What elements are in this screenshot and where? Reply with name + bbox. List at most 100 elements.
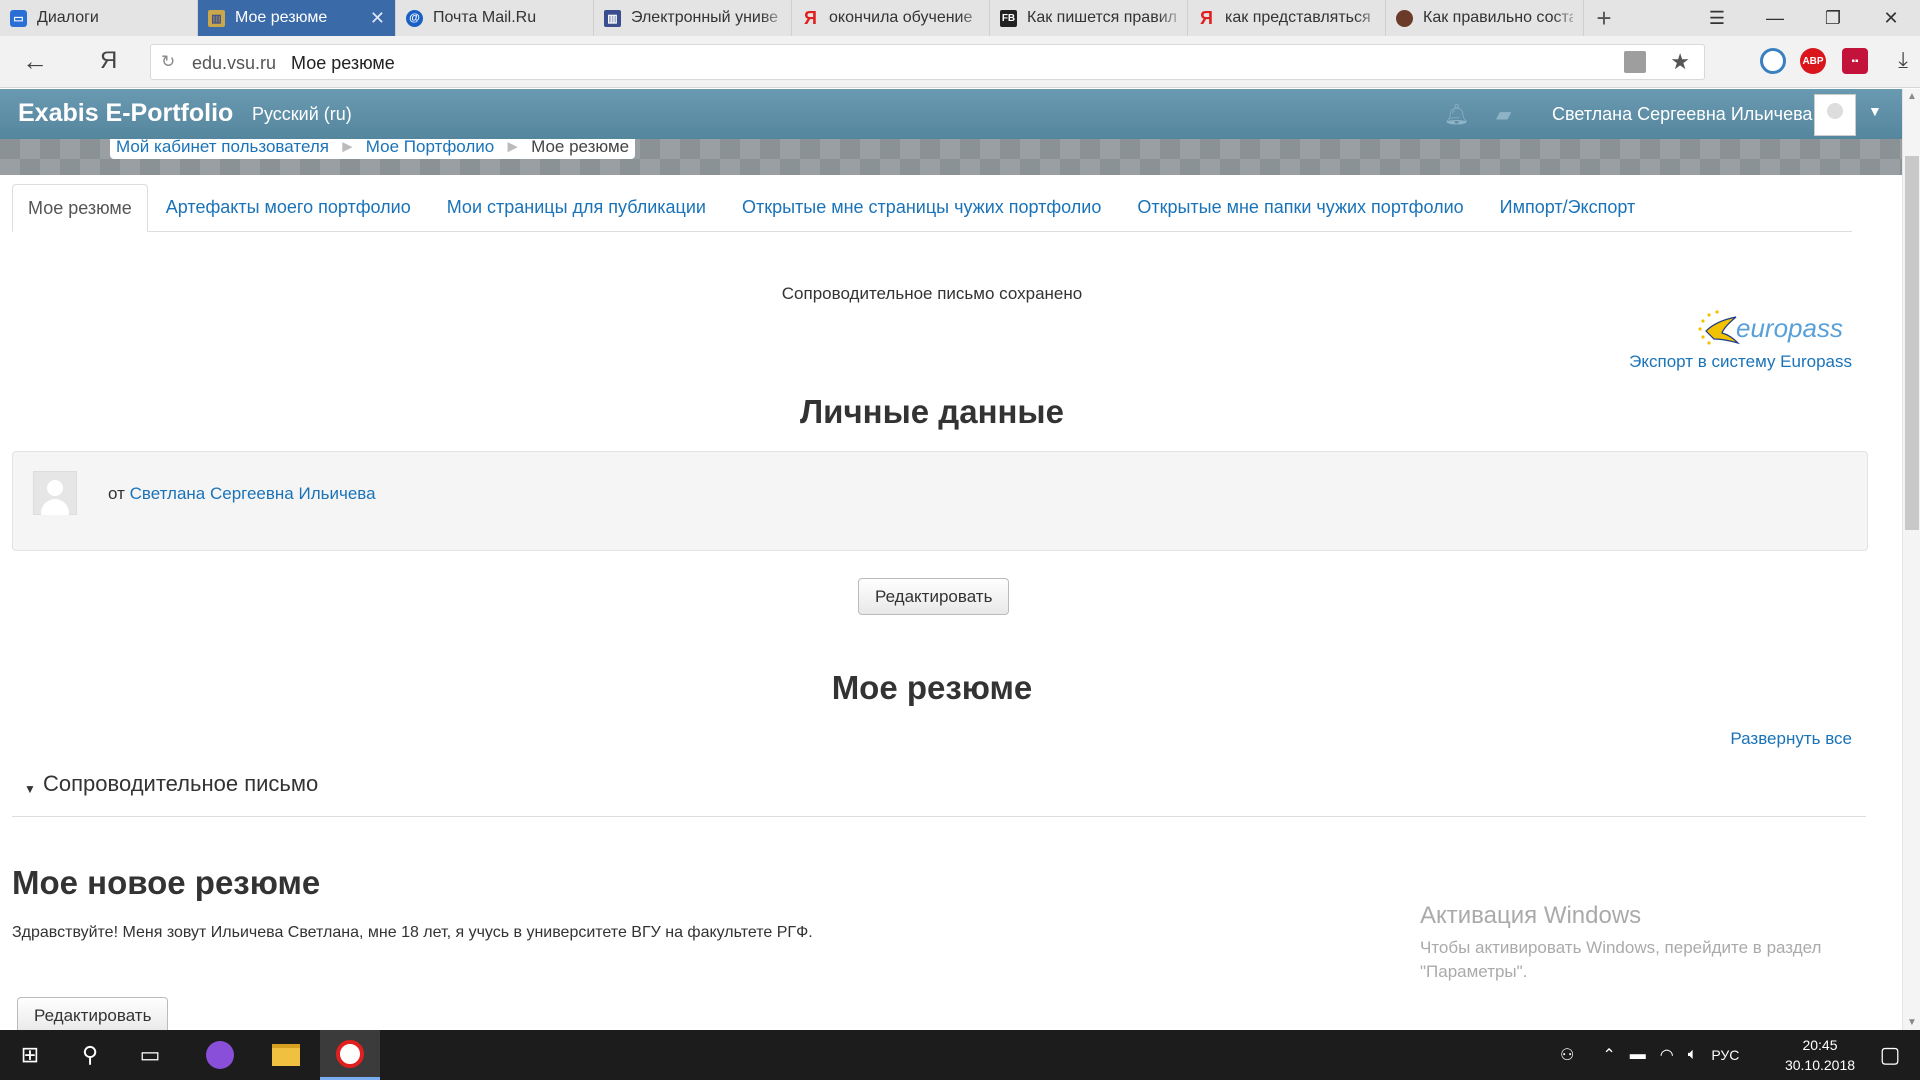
browser-tab-title: Электронный униве [631, 9, 779, 26]
chat-icon: ▭ [10, 9, 27, 27]
cortana-mic-icon[interactable] [190, 1030, 250, 1080]
tray-chevron-up-icon[interactable]: ⌃ [1602, 1045, 1615, 1065]
close-window-icon[interactable]: ✕ [1862, 0, 1920, 36]
volume-icon[interactable]: 🔈︎ [1688, 1046, 1698, 1064]
tab-shared-folders[interactable]: Открытые мне папки чужих портфолио [1119, 184, 1481, 232]
site-brand[interactable]: Exabis E-Portfolio [18, 99, 233, 128]
new-resume-heading: Мое новое резюме [12, 864, 321, 901]
author-line: от Светлана Сергеевна Ильичева [108, 484, 376, 504]
scroll-up-icon[interactable]: ▲ [1907, 91, 1917, 102]
action-center-icon[interactable]: ▢ [1860, 1030, 1920, 1080]
europass-figure-icon [1705, 316, 1741, 345]
author-prefix: от [108, 484, 125, 503]
battery-icon[interactable]: ▬ [1630, 1046, 1646, 1064]
tab-my-resume[interactable]: Мое резюме [12, 184, 148, 232]
browser-tab-title: Почта Mail.Ru [433, 9, 537, 26]
browser-tab-search-1[interactable]: Я окончила обучение [792, 0, 990, 36]
close-tab-icon[interactable]: ✕ [370, 8, 385, 29]
browser-tab-resume[interactable]: ▥ Мое резюме ✕ [198, 0, 396, 36]
url-field[interactable]: ↻ edu.vsu.ru Мое резюме ★ [150, 44, 1705, 80]
new-tab-button[interactable]: + [1584, 0, 1624, 36]
clock-time: 20:45 [1802, 1037, 1838, 1053]
windows-taskbar: ⊞ ⚲ ▭ ⚇ ⌃ ▬ ◠ 🔈︎ РУС 20:45 30.10.2018 ▢ [0, 1030, 1920, 1080]
task-view-icon[interactable]: ▭ [120, 1030, 180, 1080]
caret-down-icon[interactable]: ▼ [24, 782, 36, 796]
watermark-line-2: "Параметры". [1420, 962, 1528, 981]
browser-tab-fb[interactable]: FB Как пишется правил [990, 0, 1188, 36]
browser-tab-title: окончила обучение [829, 9, 973, 26]
adblock-icon[interactable]: ABP [1800, 48, 1826, 74]
cover-letter-label[interactable]: Сопроводительное письмо [43, 771, 318, 797]
bookmark-star-icon[interactable]: ★ [1670, 49, 1690, 75]
europass-logo[interactable]: europass [1692, 307, 1852, 351]
reload-icon[interactable]: ↻ [161, 52, 175, 72]
wifi-icon[interactable]: ◠ [1660, 1045, 1674, 1065]
edit-personal-button[interactable]: Редактировать [858, 578, 1010, 615]
watermark-title: Активация Windows [1420, 902, 1642, 929]
scroll-down-icon[interactable]: ▼ [1907, 1017, 1917, 1028]
browser-tab-search-2[interactable]: Я как представляться в [1188, 0, 1386, 36]
breadcrumb: Мой кабинет пользователя ► Мое Портфолио ► М… [110, 139, 636, 159]
tab-artefacts[interactable]: Артефакты моего портфолио [148, 184, 429, 232]
scrollbar-thumb[interactable] [1905, 156, 1919, 530]
user-avatar[interactable] [1814, 94, 1856, 136]
windows-activation-watermark: Активация Windows Чтобы активировать Win… [1420, 902, 1821, 984]
browser-tab-strip: ▭ Диалоги ▥ Мое резюме ✕ @ Почта Mail.Ru… [0, 0, 1920, 36]
edit-resume-button[interactable]: Редактировать [17, 997, 169, 1034]
yandex-home-icon[interactable]: Я [100, 47, 117, 75]
yandex-browser-taskbar-icon[interactable] [320, 1030, 380, 1080]
lock-icon[interactable] [1624, 51, 1646, 73]
browser-tab-dialogs[interactable]: ▭ Диалоги [0, 0, 198, 36]
taskbar-clock[interactable]: 20:45 30.10.2018 [1780, 1035, 1860, 1075]
tab-my-pages[interactable]: Мои страницы для публикации [429, 184, 724, 232]
clock-date: 30.10.2018 [1784, 1057, 1856, 1073]
browser-tab-title: Как пишется правил [1027, 9, 1177, 26]
europass-logo-text: europass [1736, 313, 1843, 343]
page-banner: Мой кабинет пользователя ► Мое Портфолио ► М… [0, 139, 1902, 175]
author-link[interactable]: Светлана Сергеевна Ильичева [130, 484, 376, 503]
restore-icon[interactable]: ❐ [1804, 0, 1862, 36]
input-language[interactable]: РУС [1711, 1047, 1739, 1063]
language-selector[interactable]: Русский (ru) [252, 104, 352, 125]
resume-greeting-text: Здравствуйте! Меня зовут Ильичева Светла… [12, 924, 813, 941]
vsu-icon: ▥ [208, 9, 225, 27]
yandex-icon: Я [804, 7, 817, 28]
back-arrow-icon[interactable]: ← [22, 46, 48, 77]
extension-icon[interactable]: ▪▪ [1842, 48, 1868, 74]
author-avatar[interactable] [33, 471, 77, 515]
europass-export-link[interactable]: Экспорт в систему Europass [1629, 352, 1852, 372]
user-menu-name[interactable]: Светлана Сергеевна Ильичева [1552, 104, 1812, 125]
breadcrumb-current: Мое резюме [531, 139, 630, 156]
file-explorer-icon[interactable] [256, 1030, 316, 1080]
save-notice: Сопроводительное письмо сохранено [781, 284, 1083, 303]
chevron-down-icon[interactable]: ▼ [1868, 103, 1882, 119]
fb-icon: FB [1000, 9, 1017, 27]
browser-tab-mail[interactable]: @ Почта Mail.Ru [396, 0, 594, 36]
system-tray: ⚇ ⌃ ▬ ◠ 🔈︎ РУС [1560, 1030, 1739, 1080]
url-page-title: Мое резюме [291, 53, 395, 73]
window-controls: ☰ — ❐ ✕ [1688, 0, 1920, 36]
windows-start-icon[interactable]: ⊞ [0, 1030, 60, 1080]
messages-icon[interactable]: ▰ [1496, 102, 1511, 127]
expand-all-link[interactable]: Развернуть все [1730, 729, 1852, 749]
alice-extension-icon[interactable] [1760, 48, 1786, 74]
tab-shared-pages[interactable]: Открытые мне страницы чужих портфолио [724, 184, 1119, 232]
breadcrumb-dashboard[interactable]: Мой кабинет пользователя [116, 139, 329, 156]
vsu-icon: ▥ [604, 9, 621, 27]
url-domain: edu.vsu.ru [192, 53, 277, 73]
page-scrollbar[interactable]: ▲ ▼ [1902, 89, 1920, 1030]
menu-icon[interactable]: ☰ [1688, 0, 1746, 36]
cover-letter-section[interactable]: ▼ Сопроводительное письмо [12, 767, 1866, 817]
minimize-icon[interactable]: — [1746, 0, 1804, 36]
site-icon [1396, 9, 1413, 27]
personal-data-heading: Личные данные [800, 393, 1064, 430]
people-icon[interactable]: ⚇ [1560, 1045, 1574, 1065]
search-icon[interactable]: ⚲ [60, 1030, 120, 1080]
breadcrumb-portfolio[interactable]: Мое Портфолио [366, 139, 494, 156]
browser-tab-howto[interactable]: Как правильно соста [1386, 0, 1584, 36]
notifications-icon[interactable]: 🔔︎ [1444, 102, 1469, 127]
mail-icon: @ [406, 9, 423, 27]
tab-import-export[interactable]: Импорт/Экспорт [1482, 184, 1654, 232]
browser-tab-university[interactable]: ▥ Электронный униве [594, 0, 792, 36]
download-icon[interactable]: ⤓ [1898, 47, 1908, 73]
